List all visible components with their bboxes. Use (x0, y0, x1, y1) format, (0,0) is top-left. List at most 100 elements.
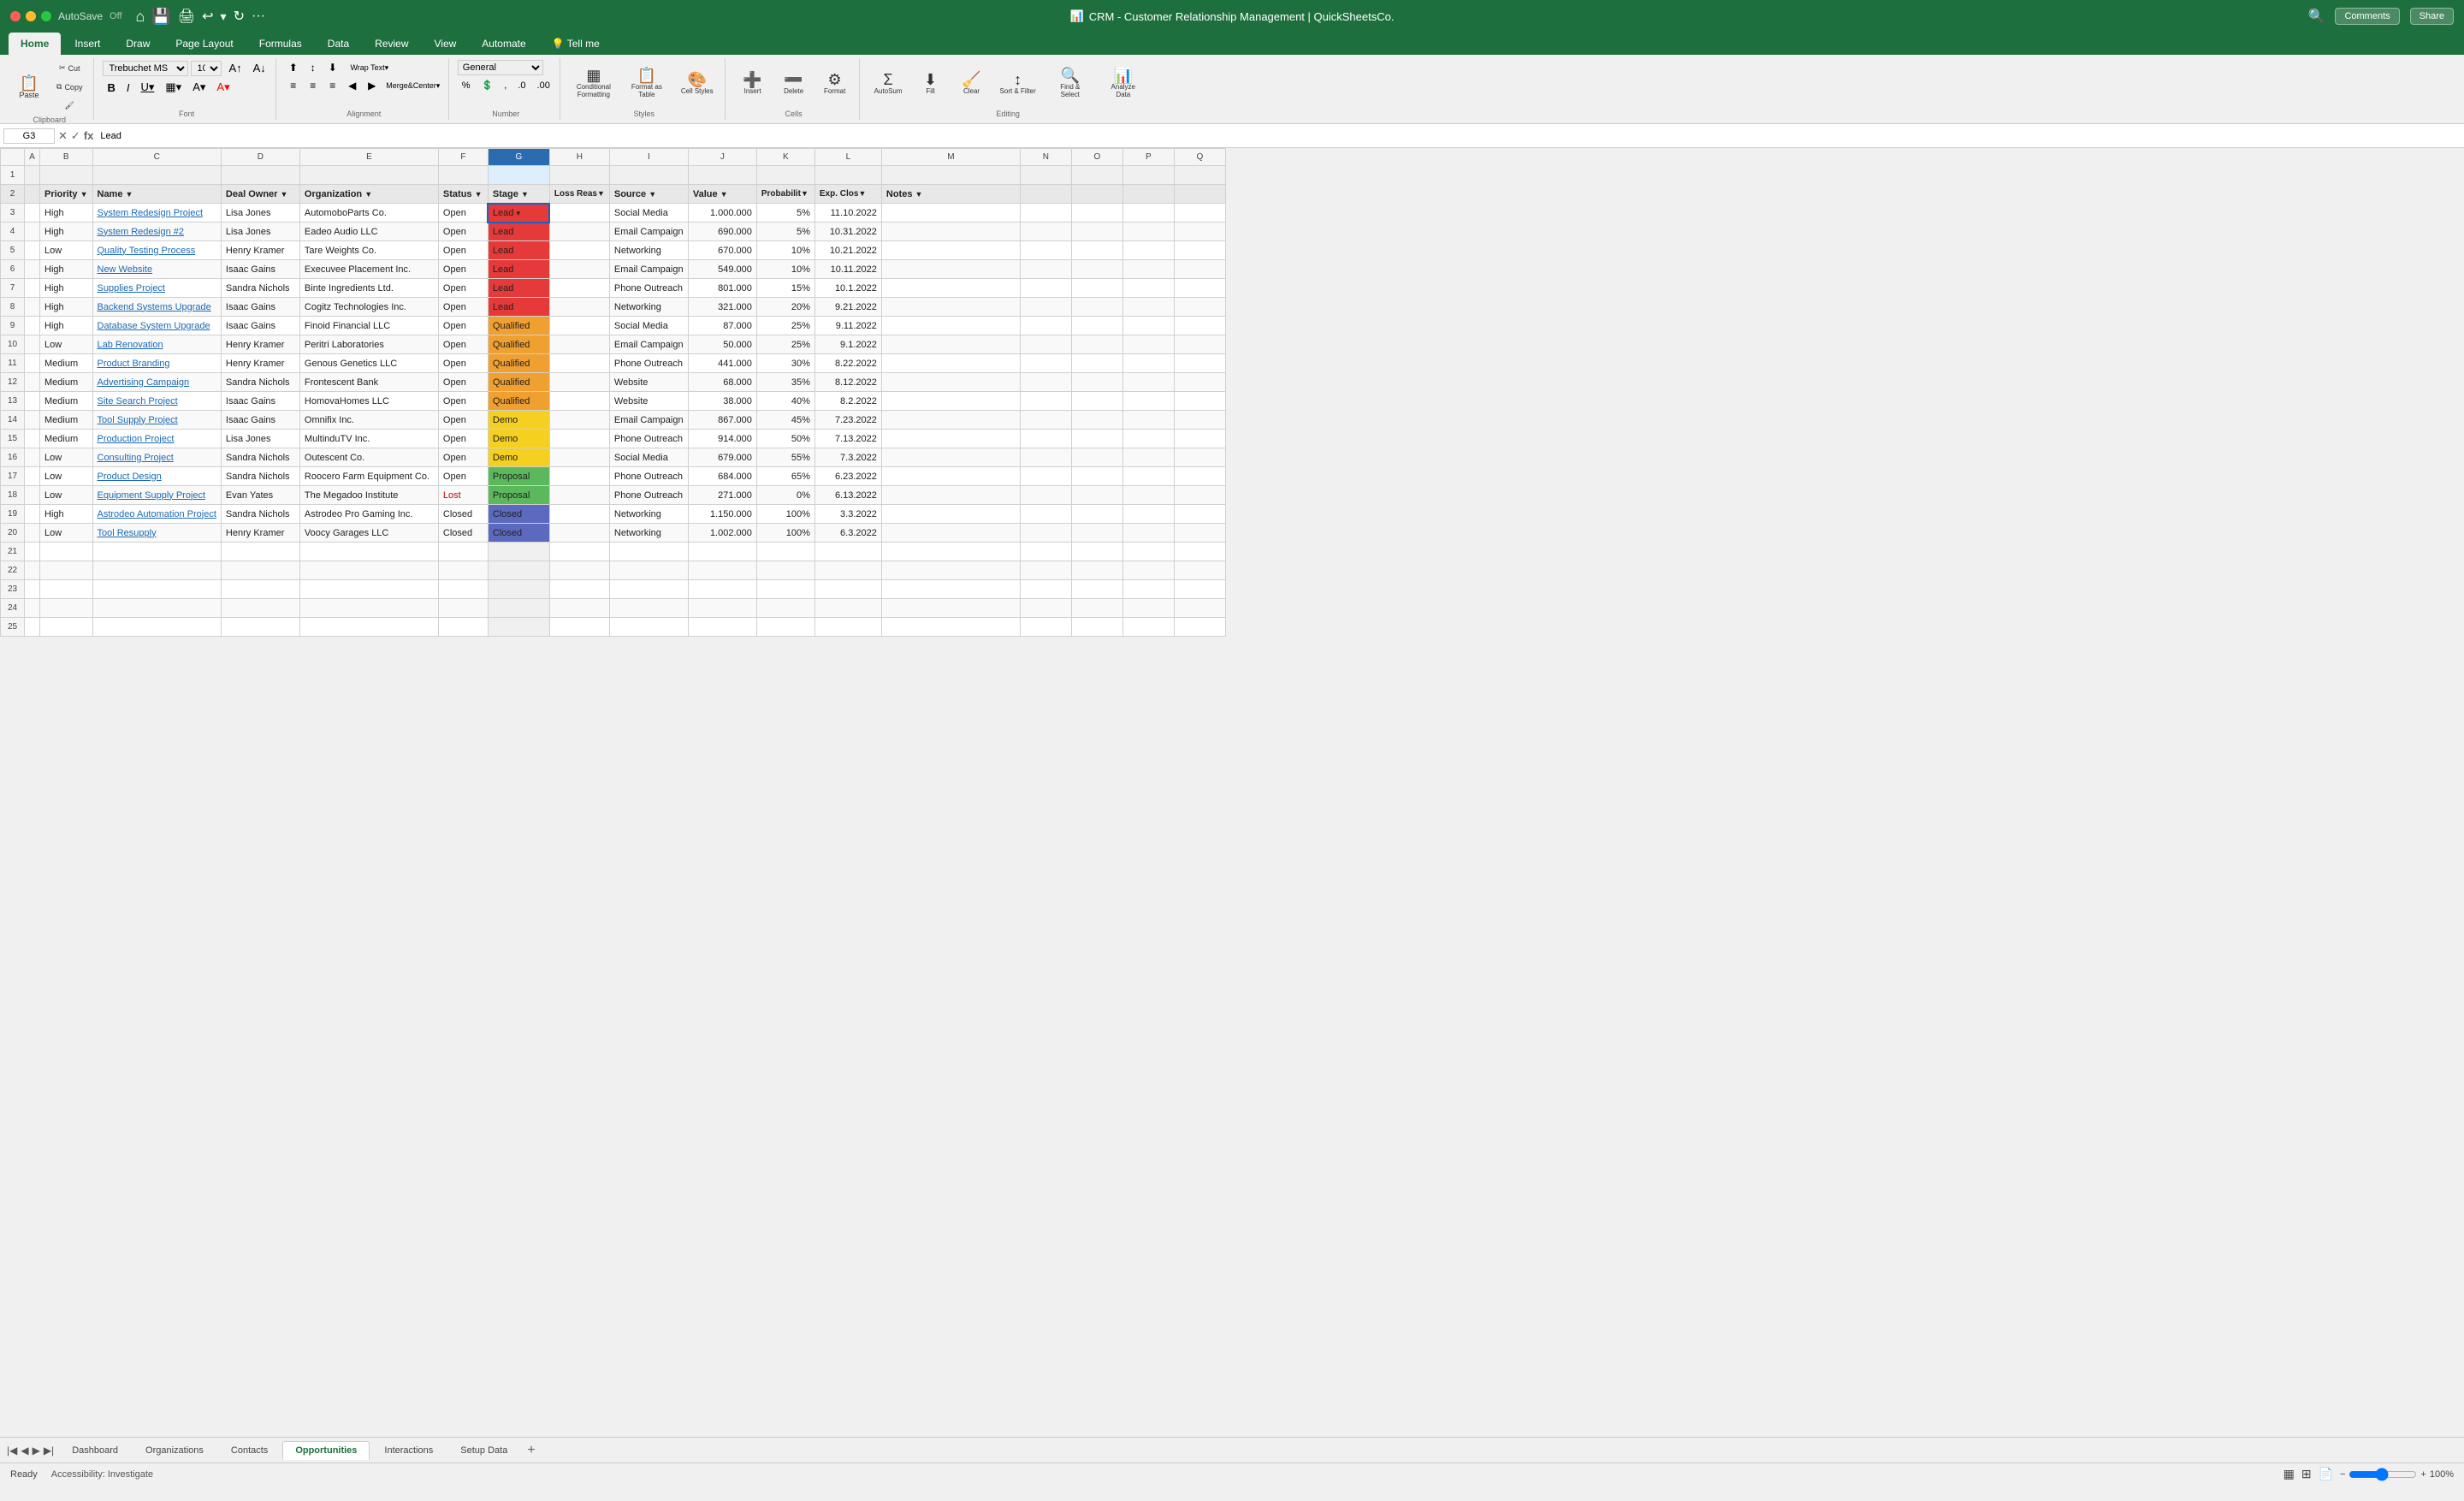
cell-I23[interactable] (609, 580, 688, 599)
cell-J20[interactable]: 1.002.000 (688, 524, 756, 543)
cell-A16[interactable] (25, 448, 40, 467)
cell-M6[interactable] (881, 260, 1020, 279)
tab-tell-me[interactable]: 💡 Tell me (540, 33, 612, 55)
cell-C22[interactable] (92, 561, 221, 580)
cell-E21[interactable] (299, 543, 438, 561)
cell-C1[interactable] (92, 166, 221, 185)
cell-H18[interactable] (549, 486, 609, 505)
tab-opportunities[interactable]: Opportunities (282, 1441, 370, 1460)
tab-draw[interactable]: Draw (114, 33, 162, 55)
cell-G8[interactable]: Lead (488, 298, 549, 317)
cell-E22[interactable] (299, 561, 438, 580)
cell-O9[interactable] (1071, 317, 1122, 335)
cell-L14[interactable]: 7.23.2022 (814, 411, 881, 430)
cell-E23[interactable] (299, 580, 438, 599)
increase-indent-button[interactable]: ▶ (364, 78, 381, 93)
cell-F13[interactable]: Open (438, 392, 488, 411)
cell-H16[interactable] (549, 448, 609, 467)
cell-D23[interactable] (221, 580, 299, 599)
cell-J15[interactable]: 914.000 (688, 430, 756, 448)
cell-C11[interactable]: Product Branding (92, 354, 221, 373)
cell-P15[interactable] (1122, 430, 1174, 448)
cell-L6[interactable]: 10.11.2022 (814, 260, 881, 279)
col-header-N[interactable]: N (1020, 149, 1071, 166)
cell-B1[interactable] (40, 166, 93, 185)
cell-N16[interactable] (1020, 448, 1071, 467)
cell-O24[interactable] (1071, 599, 1122, 618)
tab-setup-data[interactable]: Setup Data (447, 1441, 520, 1460)
cell-J12[interactable]: 68.000 (688, 373, 756, 392)
cell-J3[interactable]: 1.000.000 (688, 204, 756, 222)
cell-P3[interactable] (1122, 204, 1174, 222)
cell-J10[interactable]: 50.000 (688, 335, 756, 354)
cell-N24[interactable] (1020, 599, 1071, 618)
cell-C18[interactable]: Equipment Supply Project (92, 486, 221, 505)
cell-E18[interactable]: The Megadoo Institute (299, 486, 438, 505)
cell-G21[interactable] (488, 543, 549, 561)
cell-J19[interactable]: 1.150.000 (688, 505, 756, 524)
cell-N4[interactable] (1020, 222, 1071, 241)
col-header-Q[interactable]: Q (1174, 149, 1225, 166)
cell-Q3[interactable] (1174, 204, 1225, 222)
cell-I7[interactable]: Phone Outreach (609, 279, 688, 298)
row-header-12[interactable]: 12 (1, 373, 25, 392)
cell-B10[interactable]: Low (40, 335, 93, 354)
cell-M4[interactable] (881, 222, 1020, 241)
comments-button[interactable]: Comments (2335, 8, 2399, 25)
cell-D5[interactable]: Henry Kramer (221, 241, 299, 260)
cell-A1[interactable] (25, 166, 40, 185)
cell-L10[interactable]: 9.1.2022 (814, 335, 881, 354)
cell-F2[interactable]: Status ▼ (438, 185, 488, 204)
cell-I10[interactable]: Email Campaign (609, 335, 688, 354)
cell-Q16[interactable] (1174, 448, 1225, 467)
cell-D15[interactable]: Lisa Jones (221, 430, 299, 448)
cell-N10[interactable] (1020, 335, 1071, 354)
cell-K9[interactable]: 25% (756, 317, 814, 335)
minimize-button[interactable] (26, 11, 36, 21)
cell-N13[interactable] (1020, 392, 1071, 411)
cell-N21[interactable] (1020, 543, 1071, 561)
cell-B6[interactable]: High (40, 260, 93, 279)
cell-H9[interactable] (549, 317, 609, 335)
cell-A12[interactable] (25, 373, 40, 392)
cell-G20[interactable]: Closed (488, 524, 549, 543)
cell-A21[interactable] (25, 543, 40, 561)
cell-O25[interactable] (1071, 618, 1122, 637)
cell-D1[interactable] (221, 166, 299, 185)
cell-C15[interactable]: Production Project (92, 430, 221, 448)
paste-button[interactable]: 📋 Paste (10, 64, 48, 110)
tab-interactions[interactable]: Interactions (371, 1441, 446, 1460)
col-header-H[interactable]: H (549, 149, 609, 166)
cell-H2[interactable]: Loss Reas▼ (549, 185, 609, 204)
cell-G11[interactable]: Qualified (488, 354, 549, 373)
page-layout-view-icon[interactable]: ⊞ (2301, 1467, 2312, 1481)
cell-F11[interactable]: Open (438, 354, 488, 373)
bold-button[interactable]: B (103, 80, 119, 96)
undo-icon[interactable]: ↩ (202, 8, 213, 25)
cell-K11[interactable]: 30% (756, 354, 814, 373)
wrap-text-button[interactable]: Wrap Text▾ (344, 60, 395, 75)
cell-F10[interactable]: Open (438, 335, 488, 354)
cell-F23[interactable] (438, 580, 488, 599)
cell-L15[interactable]: 7.13.2022 (814, 430, 881, 448)
cell-H19[interactable] (549, 505, 609, 524)
cell-reference-input[interactable]: G3 (3, 128, 55, 144)
cell-B16[interactable]: Low (40, 448, 93, 467)
col-header-F[interactable]: F (438, 149, 488, 166)
cell-O23[interactable] (1071, 580, 1122, 599)
cell-E2[interactable]: Organization ▼ (299, 185, 438, 204)
cell-P11[interactable] (1122, 354, 1174, 373)
cell-B15[interactable]: Medium (40, 430, 93, 448)
cell-Q1[interactable] (1174, 166, 1225, 185)
cell-N22[interactable] (1020, 561, 1071, 580)
cell-F5[interactable]: Open (438, 241, 488, 260)
cell-C25[interactable] (92, 618, 221, 637)
cell-P18[interactable] (1122, 486, 1174, 505)
row-header-8[interactable]: 8 (1, 298, 25, 317)
nav-next-icon[interactable]: ▶ (33, 1445, 40, 1457)
cell-G4[interactable]: Lead (488, 222, 549, 241)
cell-A10[interactable] (25, 335, 40, 354)
cell-G23[interactable] (488, 580, 549, 599)
cell-M13[interactable] (881, 392, 1020, 411)
cell-Q19[interactable] (1174, 505, 1225, 524)
